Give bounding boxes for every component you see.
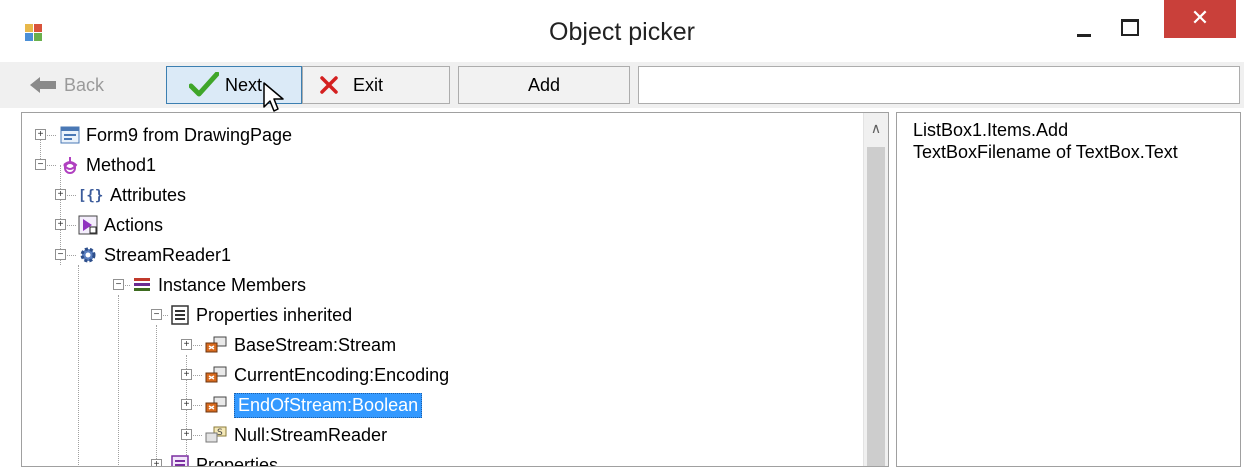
toolbar: Back Next Exit Add: [0, 62, 1244, 108]
svg-text:[{}]: [{}]: [78, 188, 104, 204]
expand-toggle[interactable]: +: [55, 189, 66, 200]
back-arrow-icon: [30, 76, 58, 94]
back-button[interactable]: Back: [30, 66, 160, 104]
tree-node-label: CurrentEncoding:Encoding: [234, 365, 449, 386]
add-label: Add: [528, 75, 560, 96]
search-input[interactable]: [638, 66, 1240, 104]
tree-node-label: StreamReader1: [104, 245, 231, 266]
expand-toggle[interactable]: +: [181, 369, 192, 380]
actions-icon: [78, 215, 98, 235]
tree-node-form9[interactable]: Form9 from DrawingPage: [60, 120, 292, 150]
tree-node-streamreader1[interactable]: StreamReader1: [78, 240, 231, 270]
tree-node-label: BaseStream:Stream: [234, 335, 396, 356]
expand-toggle[interactable]: +: [35, 129, 46, 140]
mouse-cursor-icon: [262, 81, 288, 115]
attributes-icon: [{}]: [78, 185, 104, 205]
actions-list[interactable]: ListBox1.Items.Add TextBoxFilename of Te…: [896, 112, 1241, 467]
add-button[interactable]: Add: [458, 66, 630, 104]
exit-label: Exit: [353, 75, 383, 96]
property-icon: [204, 395, 228, 415]
tree-node-label: Instance Members: [158, 275, 306, 296]
window-title: Object picker: [0, 18, 1244, 47]
scroll-thumb[interactable]: [867, 147, 885, 467]
tree-node-basestream[interactable]: BaseStream:Stream: [204, 330, 396, 360]
tree-node-null[interactable]: S Null:StreamReader: [204, 420, 387, 450]
tree-node-properties[interactable]: Properties: [170, 450, 278, 467]
x-icon: [319, 75, 339, 95]
expand-toggle[interactable]: +: [151, 459, 162, 467]
close-button[interactable]: ✕: [1164, 0, 1236, 38]
tree-node-label: Null:StreamReader: [234, 425, 387, 446]
form-icon: [60, 125, 80, 145]
object-tree[interactable]: + Form9 from DrawingPage − Method1 + [{}…: [21, 112, 889, 467]
list-item[interactable]: ListBox1.Items.Add: [913, 119, 1240, 141]
properties-icon: [170, 305, 190, 325]
tree-node-endofstream[interactable]: EndOfStream:Boolean: [204, 390, 422, 420]
tree-node-properties-inherited[interactable]: Properties inherited: [170, 300, 352, 330]
collapse-toggle[interactable]: −: [151, 309, 162, 320]
property-icon: [204, 335, 228, 355]
vertical-scrollbar[interactable]: ∧: [863, 113, 888, 466]
expand-toggle[interactable]: +: [181, 429, 192, 440]
tree-node-label: Form9 from DrawingPage: [86, 125, 292, 146]
next-label: Next: [225, 75, 262, 96]
svg-text:S: S: [217, 428, 223, 438]
tree-node-actions[interactable]: Actions: [78, 210, 163, 240]
title-bar: Object picker ✕: [0, 0, 1244, 62]
tree-node-label: Properties: [196, 455, 278, 467]
expand-toggle[interactable]: +: [181, 339, 192, 350]
collapse-toggle[interactable]: −: [55, 249, 66, 260]
members-icon: [132, 275, 152, 295]
collapse-toggle[interactable]: −: [113, 279, 124, 290]
tree-node-currentencoding[interactable]: CurrentEncoding:Encoding: [204, 360, 449, 390]
property-icon: [204, 365, 228, 385]
tree-node-label: Actions: [104, 215, 163, 236]
back-label: Back: [64, 75, 104, 96]
collapse-toggle[interactable]: −: [35, 159, 46, 170]
static-property-icon: S: [204, 425, 228, 445]
maximize-button[interactable]: [1115, 14, 1143, 42]
tree-node-label-selected: EndOfStream:Boolean: [234, 393, 422, 418]
tree-node-attributes[interactable]: [{}] Attributes: [78, 180, 186, 210]
expand-toggle[interactable]: +: [55, 219, 66, 230]
tree-node-method1[interactable]: Method1: [60, 150, 156, 180]
gear-icon: [78, 245, 98, 265]
tree-node-label: Properties inherited: [196, 305, 352, 326]
tree-node-instance-members[interactable]: Instance Members: [132, 270, 306, 300]
method-icon: [60, 155, 80, 175]
tree-node-label: Method1: [86, 155, 156, 176]
list-item[interactable]: TextBoxFilename of TextBox.Text: [913, 141, 1240, 163]
tree-node-label: Attributes: [110, 185, 186, 206]
properties-icon: [170, 455, 190, 467]
exit-button[interactable]: Exit: [302, 66, 450, 104]
checkmark-icon: [189, 72, 219, 98]
scroll-up-arrow-icon[interactable]: ∧: [864, 115, 888, 139]
expand-toggle[interactable]: +: [181, 399, 192, 410]
minimize-button[interactable]: [1071, 18, 1099, 46]
